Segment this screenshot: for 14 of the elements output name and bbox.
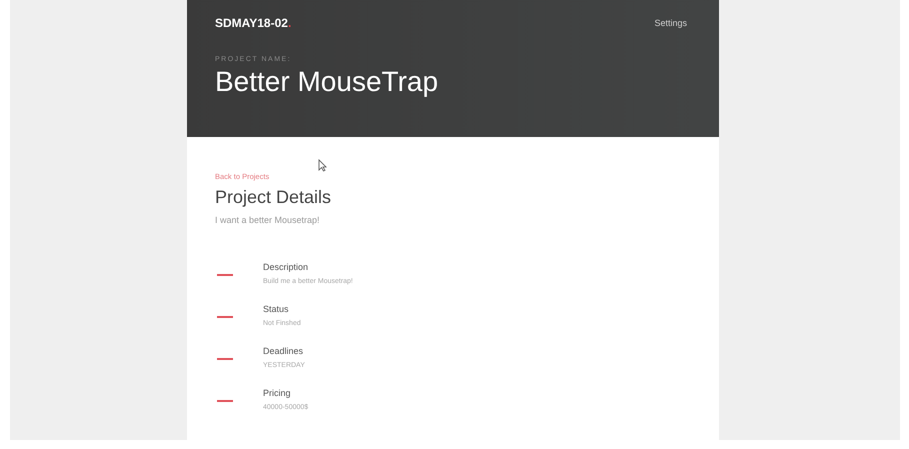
detail-label: Description (263, 262, 310, 272)
project-subtitle: I want a better Mousetrap! (215, 215, 321, 225)
logo: SDMAY18-02. (215, 16, 292, 30)
dash-icon (217, 274, 233, 276)
detail-label: Deadlines (263, 346, 304, 356)
dash-icon (217, 358, 233, 360)
settings-link[interactable]: Settings (654, 18, 687, 28)
detail-label: Pricing (263, 388, 292, 398)
project-name: Better MouseTrap (215, 66, 440, 98)
detail-label: Status (263, 304, 290, 314)
dash-icon (217, 316, 233, 318)
dash-icon (217, 400, 233, 402)
page-title: Project Details (215, 187, 332, 208)
cursor-icon (318, 159, 327, 172)
